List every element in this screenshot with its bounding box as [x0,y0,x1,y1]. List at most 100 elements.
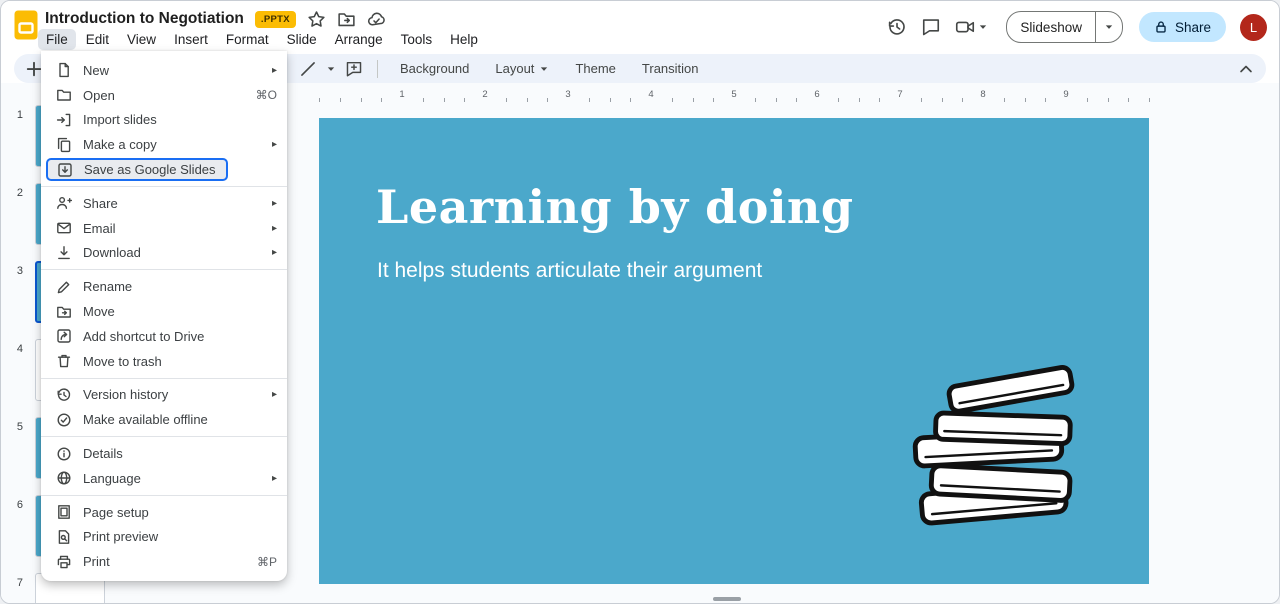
menu-divider [41,186,287,187]
ruler-tick [796,98,797,102]
new-doc-icon [56,62,72,78]
ruler-tick [547,98,548,102]
toolbar-buttons: Background Layout Theme Transition [390,57,709,80]
ruler-tick [1149,98,1150,102]
menubar-item-slide[interactable]: Slide [279,29,325,50]
ruler-tick [444,98,445,102]
file-menu-item-label: Save as Google Slides [84,162,216,177]
file-menu-item-share[interactable]: Share▸ [41,191,287,216]
language-icon [56,470,72,486]
menubar-item-edit[interactable]: Edit [78,29,117,50]
ruler-tick [527,98,528,102]
menubar-item-arrange[interactable]: Arrange [327,29,391,50]
submenu-arrow-icon: ▸ [272,139,277,150]
ruler-tick [693,98,694,102]
file-menu-item-language[interactable]: Language▸ [41,466,287,491]
toolbar-button-background[interactable]: Background [390,57,479,80]
line-tool-caret-icon[interactable] [326,64,336,74]
menubar-item-view[interactable]: View [119,29,164,50]
menu-divider [41,378,287,379]
ruler-number: 6 [812,89,822,100]
lock-icon [1154,20,1168,34]
ruler-tick [838,98,839,102]
file-menu-item-add-shortcut-to-drive[interactable]: Add shortcut to Drive [41,324,287,349]
file-menu-item-download[interactable]: Download▸ [41,241,287,266]
menubar-item-help[interactable]: Help [442,29,486,50]
file-menu-item-email[interactable]: Email▸ [41,216,287,241]
file-menu-item-print[interactable]: Print⌘P [41,549,287,574]
file-menu-item-version-history[interactable]: Version history▸ [41,383,287,408]
line-tool-button[interactable] [297,58,319,80]
email-icon [56,220,72,236]
file-menu-item-details[interactable]: Details [41,441,287,466]
slide-subtitle-textbox[interactable]: It helps students articulate their argum… [377,259,762,283]
folder-open-icon [56,87,72,103]
menubar-item-format[interactable]: Format [218,29,277,50]
ruler-tick [1004,98,1005,102]
ruler-tick [1025,98,1026,102]
move-folder-icon[interactable] [337,10,356,29]
slideshow-options-caret[interactable] [1095,12,1122,42]
file-menu-item-make-available-offline[interactable]: Make available offline [41,407,287,432]
insert-comment-button[interactable] [343,58,365,80]
app-window: Introduction to Negotiation .PPTX FileEd… [0,0,1280,604]
star-icon[interactable] [307,10,326,29]
slide-number: 6 [9,499,23,511]
copy-icon [56,137,72,153]
toolbar-button-transition[interactable]: Transition [632,57,709,80]
ruler-tick [361,98,362,102]
topbar-actions: Slideshow Share L [877,11,1267,43]
slide-canvas[interactable]: Learning by doing It helps students arti… [319,118,1149,584]
pptx-badge: .PPTX [255,11,296,28]
file-menu-item-print-preview[interactable]: Print preview [41,525,287,550]
account-avatar[interactable]: L [1240,14,1267,41]
books-clipart-image[interactable] [907,354,1092,532]
file-menu-item-save-as-google-slides[interactable]: Save as Google Slides [41,157,287,182]
slide-title-textbox[interactable]: Learning by doing [376,180,854,234]
file-menu-item-label: Print preview [83,529,158,544]
horizontal-scrollbar[interactable] [713,597,741,601]
cloud-status-icon[interactable] [367,10,386,29]
file-menu-item-make-a-copy[interactable]: Make a copy▸ [41,132,287,157]
file-menu-item-open[interactable]: Open⌘O [41,83,287,108]
join-call-button[interactable] [951,17,992,37]
file-menu-item-move[interactable]: Move [41,299,287,324]
toolbar-button-label: Background [400,61,469,76]
ruler-tick [1045,98,1046,102]
ruler-tick [1087,98,1088,102]
file-menu-item-label: Print [83,554,110,569]
file-menu-item-new[interactable]: New▸ [41,58,287,83]
slideshow-button[interactable]: Slideshow [1007,12,1095,42]
move-icon [56,304,72,320]
file-menu-item-move-to-trash[interactable]: Move to trash [41,349,287,374]
file-menu-item-import-slides[interactable]: Import slides [41,108,287,133]
comments-button[interactable] [917,13,945,41]
version-history-button[interactable] [883,13,911,41]
slides-logo-icon[interactable] [14,10,38,40]
menu-divider [41,269,287,270]
document-title[interactable]: Introduction to Negotiation [45,10,244,28]
offline-icon [56,412,72,428]
page-setup-icon [56,504,72,520]
toolbar-button-layout[interactable]: Layout [485,57,559,80]
toolbar-button-theme[interactable]: Theme [565,57,625,80]
file-menu-item-rename[interactable]: Rename [41,274,287,299]
file-menu-item-label: Rename [83,279,132,294]
slide-number: 4 [9,343,23,355]
menubar-item-insert[interactable]: Insert [166,29,216,50]
ruler-tick [589,98,590,102]
file-menu-item-label: Make available offline [83,412,208,427]
topbar: Introduction to Negotiation .PPTX FileEd… [1,1,1279,51]
menubar-item-tools[interactable]: Tools [393,29,441,50]
slide-number: 1 [9,109,23,121]
file-menu-item-label: Share [83,196,118,211]
menubar-item-file[interactable]: File [38,29,76,50]
ruler-number: 2 [480,89,490,100]
collapse-toolbar-button[interactable] [1236,59,1256,79]
ruler-number: 4 [646,89,656,100]
file-menu-item-page-setup[interactable]: Page setup [41,500,287,525]
submenu-arrow-icon: ▸ [272,473,277,484]
share-button[interactable]: Share [1139,12,1226,42]
file-menu-item-label: Version history [83,387,168,402]
toolbar-visible-tools: Background Layout Theme Transition [297,54,709,83]
